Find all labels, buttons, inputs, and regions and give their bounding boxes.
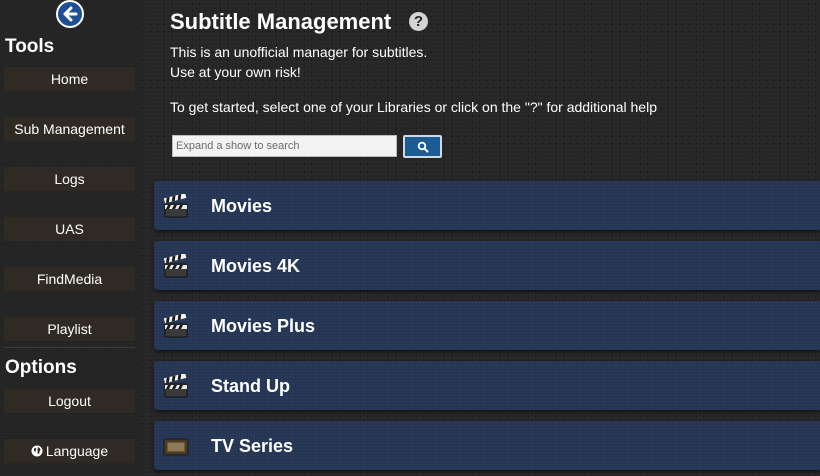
nav-playlist-button[interactable]: Playlist bbox=[4, 317, 135, 341]
nav-home-button[interactable]: Home bbox=[4, 67, 135, 91]
library-label: Movies bbox=[211, 196, 273, 216]
search-icon bbox=[417, 141, 428, 152]
library-tv-series[interactable]: TV Series bbox=[154, 421, 820, 470]
library-movies-plus[interactable]: Movies Plus bbox=[154, 301, 820, 350]
tools-heading: Tools bbox=[5, 36, 55, 57]
logout-button[interactable]: Logout bbox=[4, 389, 135, 413]
intro-line-1: This is an unofficial manager for subtit… bbox=[170, 44, 428, 60]
search-input[interactable] bbox=[172, 135, 397, 157]
nav-findmedia-button[interactable]: FindMedia bbox=[4, 267, 135, 291]
globe-icon bbox=[31, 445, 43, 457]
library-label: TV Series bbox=[211, 436, 294, 456]
language-label: Language bbox=[45, 443, 109, 459]
clapperboard-icon bbox=[163, 254, 188, 278]
library-movies[interactable]: Movies bbox=[154, 181, 820, 230]
sidebar-divider bbox=[4, 347, 135, 348]
search-button[interactable] bbox=[403, 135, 442, 158]
instructions-text: To get started, select one of your Libra… bbox=[170, 99, 657, 115]
intro-line-2: Use at your own risk! bbox=[170, 64, 301, 80]
library-label: Movies Plus bbox=[211, 316, 316, 336]
library-stand-up[interactable]: Stand Up bbox=[154, 361, 820, 410]
help-icon[interactable]: ? bbox=[409, 12, 428, 31]
tv-icon bbox=[163, 438, 189, 456]
nav-uas-button[interactable]: UAS bbox=[4, 217, 135, 241]
nav-sub-management-button[interactable]: Sub Management bbox=[4, 117, 135, 141]
library-movies-4k[interactable]: Movies 4K bbox=[154, 241, 820, 290]
clapperboard-icon bbox=[163, 194, 188, 218]
library-label: Movies 4K bbox=[211, 256, 301, 276]
options-heading: Options bbox=[5, 357, 77, 378]
language-button[interactable]: Language bbox=[4, 439, 135, 463]
library-label: Stand Up bbox=[211, 376, 290, 396]
nav-logs-button[interactable]: Logs bbox=[4, 167, 135, 191]
page-title: Subtitle Management bbox=[170, 9, 392, 34]
sidebar: Tools Home Sub Management Logs UAS FindM… bbox=[0, 0, 142, 476]
clapperboard-icon bbox=[163, 374, 188, 398]
back-arrow-icon[interactable] bbox=[56, 0, 84, 28]
clapperboard-icon bbox=[163, 314, 188, 338]
